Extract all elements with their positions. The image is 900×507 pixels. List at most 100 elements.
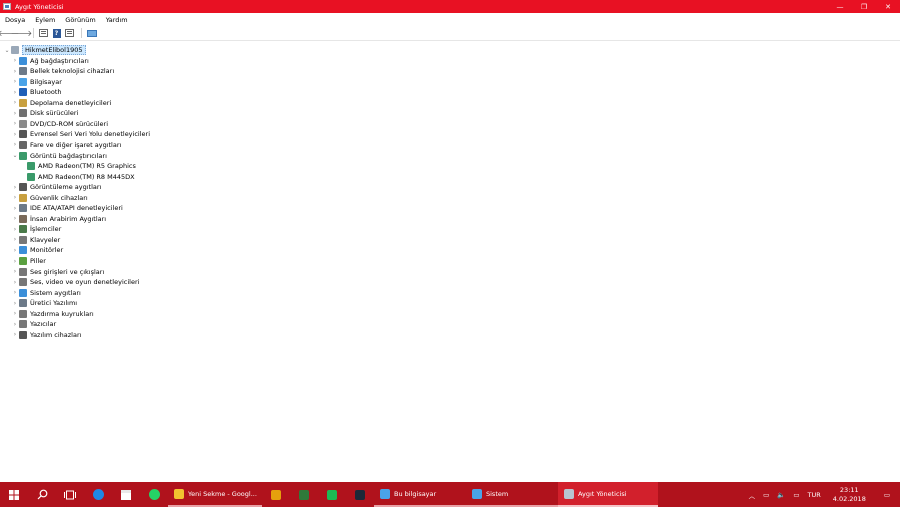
device-item-label: AMD Radeon(TM) R5 Graphics (38, 162, 136, 171)
chevron-right-icon[interactable]: › (11, 193, 19, 203)
minimize-button[interactable]: — (828, 0, 852, 13)
menu-help[interactable]: Yardım (101, 16, 133, 24)
chevron-right-icon[interactable]: › (11, 87, 19, 97)
menu-view[interactable]: Görünüm (60, 16, 100, 24)
clock[interactable]: 23:11 4.02.2018 (825, 486, 874, 504)
device-category[interactable]: › Klavyeler (11, 235, 60, 245)
device-category[interactable]: › Monitörler (11, 245, 63, 255)
task-view-button[interactable] (56, 482, 84, 507)
device-category[interactable]: › DVD/CD-ROM sürücüleri (11, 119, 108, 129)
properties-icon (39, 29, 48, 37)
device-item[interactable]: AMD Radeon(TM) R8 M445DX (27, 172, 135, 182)
chevron-right-icon[interactable]: › (11, 267, 19, 277)
pinned-plex[interactable] (262, 482, 290, 507)
maximize-button[interactable]: ❐ (852, 0, 876, 13)
device-category[interactable]: › Piller (11, 256, 46, 266)
show-hidden-icons-icon[interactable]: ︿ (745, 490, 760, 500)
device-item[interactable]: AMD Radeon(TM) R5 Graphics (27, 161, 136, 171)
volume-icon[interactable]: 🔈 (773, 491, 789, 499)
taskbar-app[interactable]: Bu bilgisayar (374, 482, 466, 507)
menu-file[interactable]: Dosya (0, 16, 30, 24)
pinned-steam[interactable] (346, 482, 374, 507)
taskbar-app[interactable]: Yeni Sekme - Googl... (168, 482, 262, 507)
chevron-right-icon[interactable]: › (11, 129, 19, 139)
sound-video-icon (19, 278, 27, 287)
chevron-right-icon[interactable]: › (11, 214, 19, 224)
tree-root[interactable]: ⌄ HikmetElibol1905 (3, 45, 86, 55)
device-category[interactable]: › Yazdırma kuyrukları (11, 309, 94, 319)
device-category[interactable]: › Güvenlik cihazları (11, 193, 88, 203)
device-category[interactable]: › IDE ATA/ATAPI denetleyicileri (11, 203, 123, 213)
device-category-label: Klavyeler (30, 235, 61, 244)
menu-action[interactable]: Eylem (30, 16, 60, 24)
pinned-spotify[interactable] (318, 482, 346, 507)
device-category[interactable]: › Ses girişleri ve çıkışları (11, 267, 104, 277)
chevron-right-icon[interactable]: › (11, 309, 19, 319)
device-category[interactable]: › Evrensel Seri Veri Yolu denetleyicileri (11, 129, 150, 139)
steam-icon (355, 489, 365, 500)
device-category[interactable]: › Bluetooth (11, 87, 62, 97)
chevron-right-icon[interactable]: › (11, 277, 19, 287)
device-category[interactable]: › Ağ bağdaştırıcıları (11, 56, 89, 66)
scan-hardware-button[interactable] (86, 28, 97, 39)
chevron-right-icon[interactable]: › (11, 140, 19, 150)
battery-tray-icon[interactable]: ▭ (789, 491, 803, 499)
network-icon[interactable]: ▭ (759, 491, 773, 499)
taskbar-app[interactable]: Sistem (466, 482, 558, 507)
chevron-right-icon[interactable]: › (11, 56, 19, 66)
device-category[interactable]: › Bellek teknolojisi cihazları (11, 66, 114, 76)
forward-arrow-icon[interactable]: 🡒 (11, 28, 32, 39)
title-bar[interactable]: Aygıt Yöneticisi — ❐ ✕ (0, 0, 900, 13)
chevron-right-icon[interactable]: › (11, 182, 19, 192)
action-center-icon[interactable]: ▭ (874, 491, 900, 499)
device-category[interactable]: › Depolama denetleyicileri (11, 98, 111, 108)
taskbar-app[interactable]: Aygıt Yöneticisi (558, 482, 658, 507)
chevron-down-icon[interactable]: ⌄ (11, 151, 19, 161)
pinned-whatsapp[interactable] (140, 482, 168, 507)
device-category-label: Üretici Yazılımı (30, 299, 78, 308)
start-button[interactable] (0, 482, 28, 507)
device-category[interactable]: › Disk sürücüleri (11, 108, 78, 118)
chevron-right-icon[interactable]: › (11, 108, 19, 118)
chevron-right-icon[interactable]: › (11, 98, 19, 108)
input-language[interactable]: TUR (804, 491, 825, 499)
device-category[interactable]: › Sistem aygıtları (11, 288, 81, 298)
chevron-right-icon[interactable]: › (11, 235, 19, 245)
chevron-right-icon[interactable]: › (11, 66, 19, 76)
pinned-app[interactable] (290, 482, 318, 507)
search-button[interactable] (28, 482, 56, 507)
device-category[interactable]: › İşlemciler (11, 224, 61, 234)
chevron-right-icon[interactable]: › (11, 224, 19, 234)
device-category[interactable]: › Görüntüleme aygıtları (11, 182, 101, 192)
device-category-label: Disk sürücüleri (30, 109, 79, 118)
close-button[interactable]: ✕ (876, 0, 900, 13)
device-category[interactable]: › Ses, video ve oyun denetleyicileri (11, 277, 139, 287)
chevron-right-icon[interactable]: › (11, 330, 19, 340)
chevron-right-icon[interactable]: › (11, 77, 19, 87)
chevron-right-icon[interactable]: › (11, 245, 19, 255)
pinned-store[interactable] (112, 482, 140, 507)
device-category[interactable]: › Yazılım cihazları (11, 330, 81, 340)
chevron-right-icon[interactable]: › (11, 319, 19, 329)
device-category[interactable]: › Fare ve diğer işaret aygıtları (11, 140, 121, 150)
properties-button[interactable] (38, 28, 49, 39)
device-category[interactable]: › Üretici Yazılımı (11, 298, 77, 308)
device-category[interactable]: › İnsan Arabirim Aygıtları (11, 214, 106, 224)
chevron-down-icon[interactable]: ⌄ (3, 45, 11, 55)
chevron-right-icon[interactable]: › (11, 203, 19, 213)
device-category[interactable]: › Bilgisayar (11, 77, 62, 87)
system-tray: ︿ ▭ 🔈 ▭ TUR 23:11 4.02.2018 ▭ (745, 482, 900, 507)
usb-icon (19, 130, 27, 139)
help-button[interactable]: ? (51, 28, 62, 39)
chevron-right-icon[interactable]: › (11, 256, 19, 266)
chevron-right-icon[interactable]: › (11, 119, 19, 129)
pinned-edge[interactable] (84, 482, 112, 507)
device-category[interactable]: ⌄ Görüntü bağdaştırıcıları (11, 151, 107, 161)
clock-time: 23:11 (839, 485, 859, 494)
taskbar: Yeni Sekme - Googl... Bu bilgisayar Sistem… (0, 482, 900, 507)
device-category[interactable]: › Yazıcılar (11, 319, 56, 329)
chevron-right-icon[interactable]: › (11, 288, 19, 298)
taskbar-app-label: Bu bilgisayar (394, 489, 437, 498)
chevron-right-icon[interactable]: › (11, 298, 19, 308)
details-button[interactable] (64, 28, 75, 39)
